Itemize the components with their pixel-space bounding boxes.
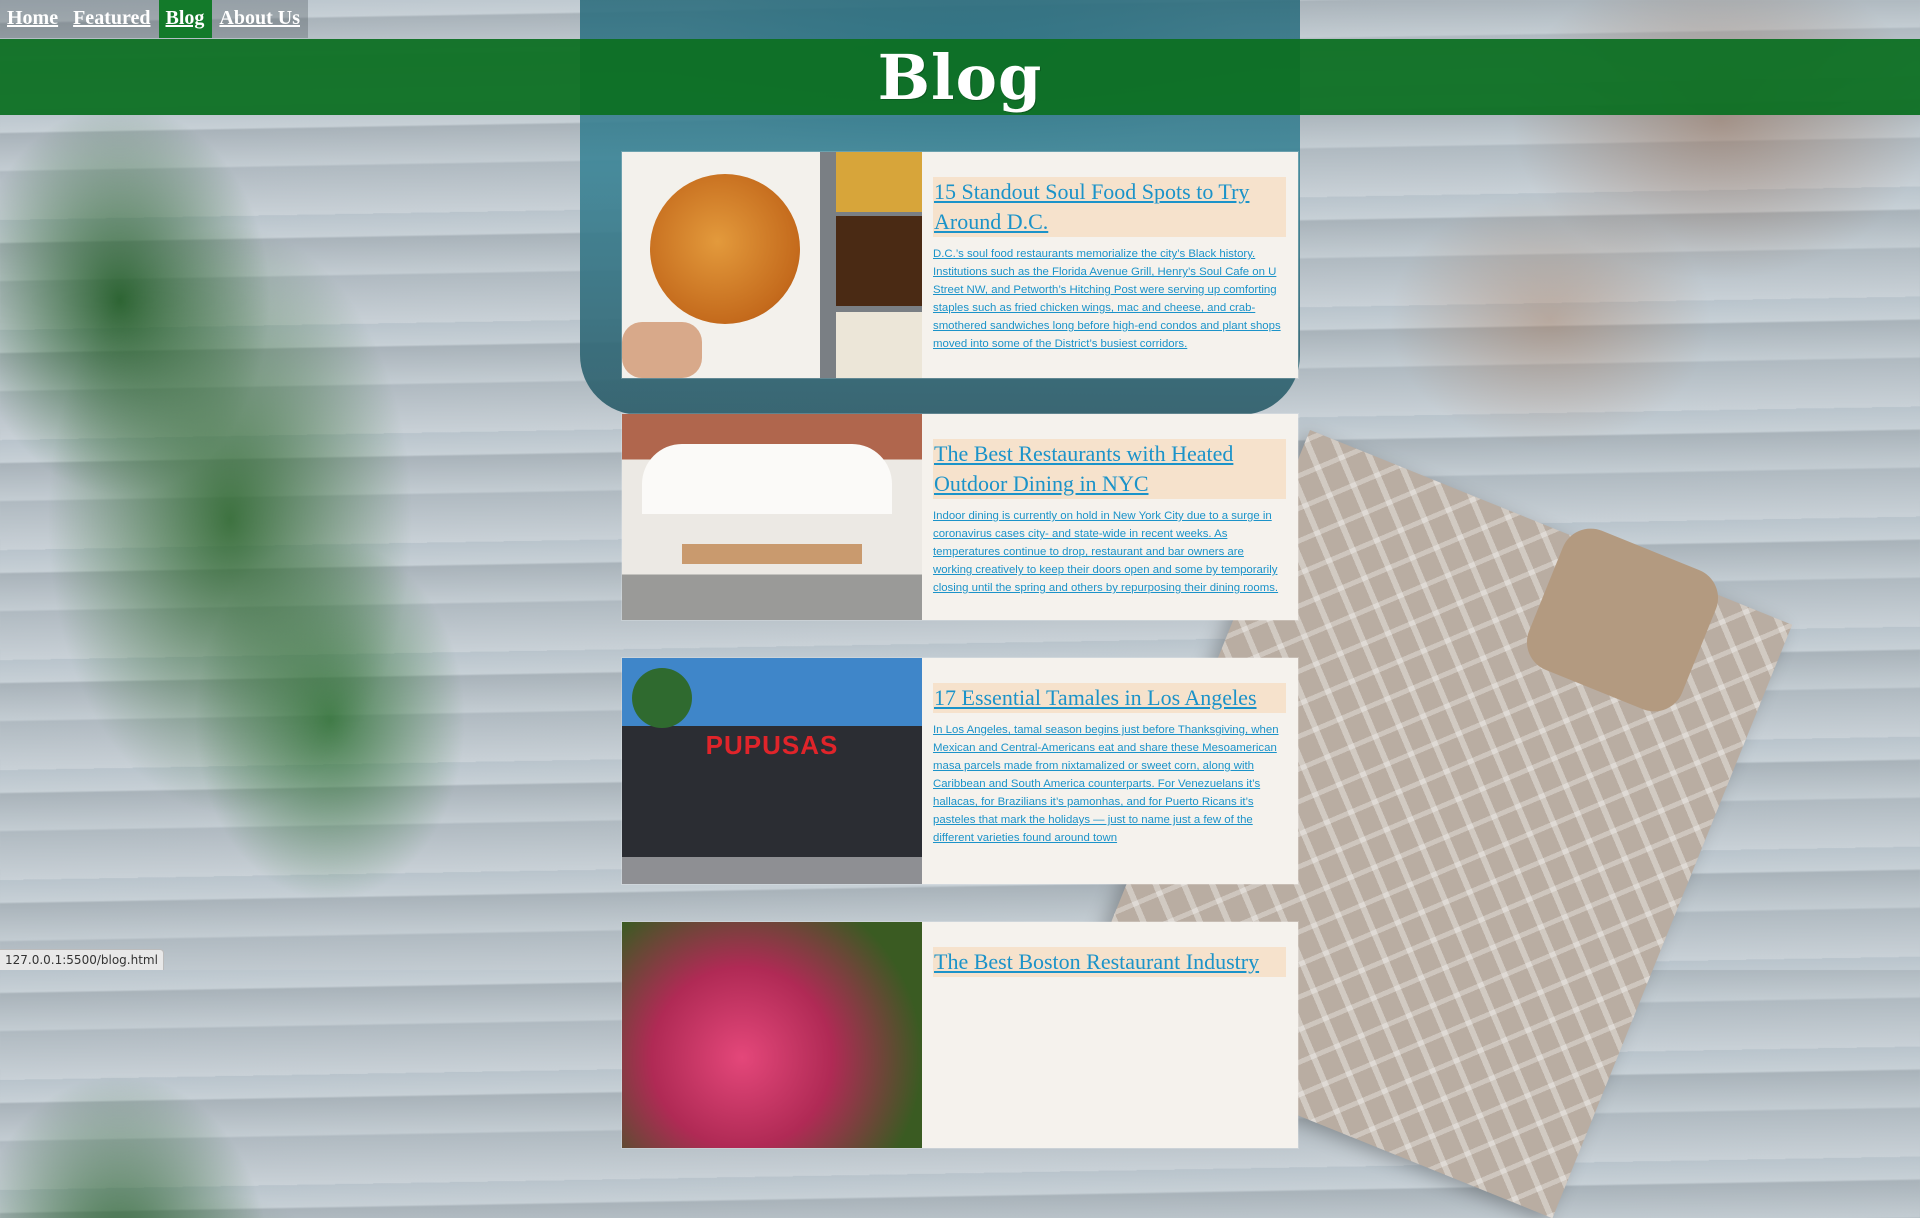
post-title: The Best Restaurants with Heated Outdoor… xyxy=(933,439,1286,499)
post-title-link[interactable]: The Best Boston Restaurant Industry xyxy=(934,949,1259,974)
post-title: 15 Standout Soul Food Spots to Try Aroun… xyxy=(933,177,1286,237)
tray-shape xyxy=(836,152,922,212)
post-excerpt-link[interactable]: In Los Angeles, tamal season begins just… xyxy=(933,724,1279,844)
page-title: Blog xyxy=(877,40,1043,114)
post-thumbnail-image[interactable] xyxy=(622,922,922,1148)
post-title-link[interactable]: The Best Restaurants with Heated Outdoor… xyxy=(934,441,1233,496)
blog-post-card: PUPUSAS 17 Essential Tamales in Los Ange… xyxy=(622,658,1298,884)
post-body: 15 Standout Soul Food Spots to Try Aroun… xyxy=(922,152,1298,378)
main-nav: Home Featured Blog About Us xyxy=(0,0,308,38)
post-title: 17 Essential Tamales in Los Angeles xyxy=(933,683,1286,713)
post-body: The Best Boston Restaurant Industry xyxy=(922,922,1298,1148)
tent-shape xyxy=(642,444,892,514)
post-title: The Best Boston Restaurant Industry xyxy=(933,947,1286,977)
table-shape xyxy=(682,544,862,564)
nav-home-link[interactable]: Home xyxy=(0,0,67,38)
blog-post-card: The Best Boston Restaurant Industry xyxy=(622,922,1298,1148)
post-body: 17 Essential Tamales in Los Angeles In L… xyxy=(922,658,1298,884)
blog-post-card: 15 Standout Soul Food Spots to Try Aroun… xyxy=(622,152,1298,378)
post-thumbnail-image[interactable]: PUPUSAS xyxy=(622,658,922,884)
nav-featured-link[interactable]: Featured xyxy=(66,0,159,38)
truck-sign: PUPUSAS xyxy=(705,730,839,760)
nav-about-link[interactable]: About Us xyxy=(212,0,308,38)
post-excerpt-link[interactable]: Indoor dining is currently on hold in Ne… xyxy=(933,510,1278,594)
tray-shape xyxy=(836,216,922,306)
palm-shape xyxy=(632,668,692,728)
page-banner: Blog xyxy=(0,39,1920,115)
post-excerpt: D.C.’s soul food restaurants memorialize… xyxy=(933,245,1286,353)
blog-post-card: The Best Restaurants with Heated Outdoor… xyxy=(622,414,1298,620)
blog-post-list: 15 Standout Soul Food Spots to Try Aroun… xyxy=(622,152,1298,1186)
post-excerpt: In Los Angeles, tamal season begins just… xyxy=(933,721,1286,847)
pie-shape xyxy=(650,174,800,324)
post-body: The Best Restaurants with Heated Outdoor… xyxy=(922,414,1298,620)
post-thumbnail-image[interactable] xyxy=(622,152,922,378)
nav-blog-link[interactable]: Blog xyxy=(158,0,213,38)
browser-status-bar: 127.0.0.1:5500/blog.html xyxy=(0,949,164,970)
post-excerpt-link[interactable]: D.C.’s soul food restaurants memorialize… xyxy=(933,248,1281,350)
post-title-link[interactable]: 17 Essential Tamales in Los Angeles xyxy=(934,685,1257,710)
post-title-link[interactable]: 15 Standout Soul Food Spots to Try Aroun… xyxy=(934,179,1249,234)
post-excerpt: Indoor dining is currently on hold in Ne… xyxy=(933,507,1286,597)
hand-shape xyxy=(622,322,702,378)
post-thumbnail-image[interactable] xyxy=(622,414,922,620)
tray-shape xyxy=(836,312,922,378)
